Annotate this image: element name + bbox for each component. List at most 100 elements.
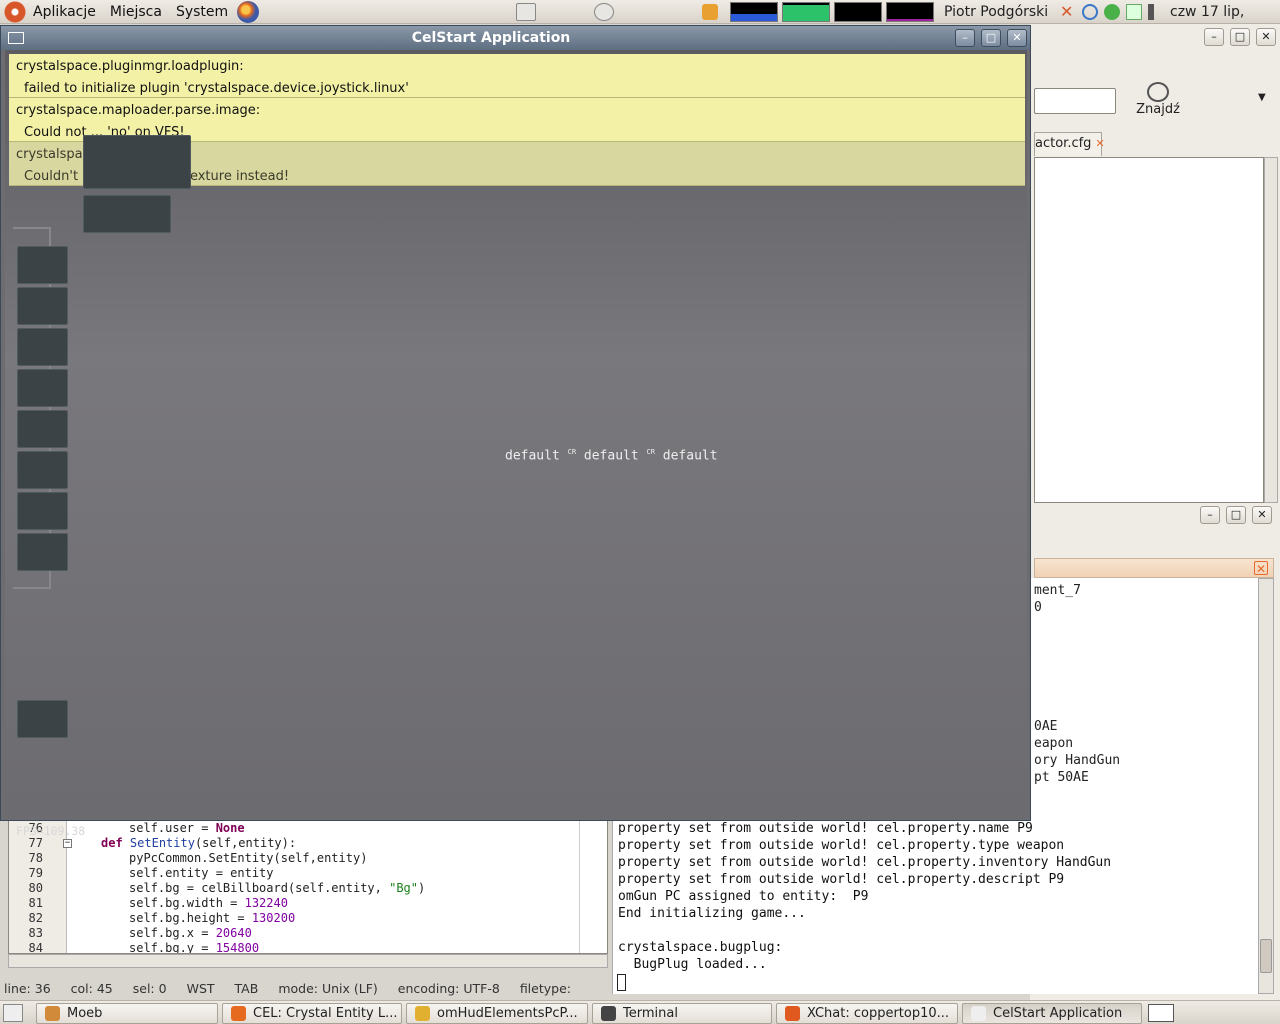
console-line: property set from outside world! cel.pro… (618, 821, 1033, 836)
task-app-icon (601, 1006, 616, 1021)
hud-slot[interactable] (17, 328, 68, 366)
console-scrollbar[interactable] (1258, 578, 1274, 994)
terminal-minimize-icon[interactable]: – (1200, 506, 1220, 524)
taskbar-task[interactable]: omHudElementsPcP... (406, 1003, 588, 1024)
window-list-icon[interactable] (516, 3, 536, 21)
firefox-launcher-icon[interactable] (237, 0, 260, 23)
code-row[interactable]: 82 self.bg.height = 130200 (9, 911, 607, 926)
network-status-icon[interactable] (1104, 4, 1120, 20)
status-encoding: encoding: UTF-8 (397, 980, 500, 996)
celstart-window: CelStart Application – □ ✕ crystalspace.… (0, 25, 1031, 838)
chevron-down-icon[interactable]: ▼ (1258, 92, 1266, 103)
hud-overlay-box (83, 135, 191, 189)
memory-monitor[interactable] (782, 2, 830, 22)
code-row[interactable]: 81 self.bg.width = 132240 (9, 896, 607, 911)
window-title: CelStart Application (411, 30, 571, 46)
app-minimize-icon[interactable]: – (955, 29, 975, 47)
fold-toggle-icon[interactable]: − (63, 839, 72, 848)
console-fragment (1034, 701, 1256, 718)
center-text-a: default (505, 448, 560, 464)
volume-icon[interactable] (1148, 4, 1164, 20)
code-row[interactable]: 79 self.entity = entity (9, 866, 607, 881)
celstart-titlebar[interactable]: CelStart Application – □ ✕ (1, 26, 1030, 50)
line-number: 82 (28, 911, 43, 925)
menu-applications[interactable]: Aplikacje (26, 0, 103, 24)
menu-places[interactable]: Miejsca (103, 0, 169, 24)
message-source: crystalspace.maploader.parse.image: (16, 103, 261, 118)
swap-monitor[interactable] (886, 2, 934, 22)
hud-slot[interactable] (17, 451, 68, 489)
task-label: CEL: Crystal Entity L... (253, 1006, 398, 1021)
console-line: property set from outside world! cel.pro… (618, 838, 1065, 853)
network-monitor[interactable] (834, 2, 882, 22)
hud-slot[interactable] (17, 533, 68, 571)
app-maximize-icon[interactable]: □ (981, 29, 1001, 47)
xchat-tray-icon[interactable]: ✕ (1060, 4, 1076, 20)
render-viewport[interactable]: crystalspace.pluginmgr.loadplugin: failed… (5, 50, 1027, 838)
hud-bottom-slot[interactable] (17, 700, 68, 738)
code-row[interactable]: 78 pyPcCommon.SetEntity(self,entity) (9, 851, 607, 866)
code-row[interactable]: 80 self.bg = celBillboard(self.entity, "B… (9, 881, 607, 896)
task-label: CelStart Application (993, 1006, 1123, 1021)
console-cursor (617, 974, 626, 991)
hud-slot[interactable] (17, 369, 68, 407)
console-scrollbar-thumb[interactable] (1260, 939, 1272, 973)
terminal-close-icon[interactable]: ✕ (1252, 506, 1272, 524)
code-text: def SetEntity(self,entity): (101, 836, 297, 850)
code-row[interactable]: 76 self.user = None (9, 821, 607, 836)
taskbar-task[interactable]: Terminal (592, 1003, 772, 1024)
search-input[interactable] (1034, 88, 1116, 114)
workspace-switcher[interactable] (1148, 1004, 1174, 1022)
bottom-taskbar: Moeb CEL: Crystal Entity L... omHudElement… (0, 1000, 1280, 1024)
menu-system[interactable]: System (169, 0, 235, 24)
terminal-tab-close-icon[interactable]: ✕ (1254, 561, 1268, 576)
console-fragment (1034, 633, 1256, 650)
log-message: crystalspace.pluginmgr.loadplugin: failed… (9, 54, 1025, 98)
cpu-monitor[interactable] (730, 2, 778, 22)
code-text: self.bg.y = 154800 (129, 941, 260, 954)
hud-overlay-box (83, 195, 171, 233)
minimize-icon[interactable]: – (1204, 28, 1224, 46)
show-desktop-icon[interactable] (3, 1004, 23, 1022)
close-icon[interactable]: ✕ (1256, 28, 1276, 46)
task-label: Terminal (623, 1006, 678, 1021)
task-app-icon (45, 1006, 60, 1021)
status-wst: WST (186, 980, 215, 996)
code-row[interactable]: 83 self.bg.x = 20640 (9, 926, 607, 941)
center-text-c: default (662, 448, 718, 464)
hud-slot[interactable] (17, 492, 68, 530)
tab-actor-cfg[interactable]: actor.cfg ✕ (1034, 132, 1105, 156)
user-name[interactable]: Piotr Podgórski (944, 0, 1048, 24)
find-button[interactable]: Znajdź (1128, 80, 1188, 124)
hud-slot[interactable] (17, 410, 68, 448)
code-text: self.bg.height = 130200 (129, 911, 296, 925)
taskbar-task[interactable]: Moeb (36, 1003, 218, 1024)
editor-text-area[interactable] (1034, 157, 1264, 503)
magnifier-icon (1147, 82, 1169, 102)
console-line: End initializing game... (618, 906, 806, 921)
code-row[interactable]: 77 − def SetEntity(self,entity): (9, 836, 607, 851)
ubuntu-logo-icon[interactable] (4, 0, 26, 23)
taskbar-task[interactable]: CelStart Application (962, 1003, 1142, 1024)
updates-icon[interactable] (702, 4, 718, 20)
line-number: 83 (28, 926, 43, 940)
hud-slot[interactable] (17, 287, 68, 325)
editor-scrollbar[interactable] (1264, 157, 1278, 503)
hud-slot[interactable] (17, 246, 68, 284)
taskbar-task[interactable]: XChat: coppertop10... (776, 1003, 958, 1024)
cd-icon[interactable] (594, 3, 614, 21)
code-row[interactable]: 84 self.bg.y = 154800 (9, 941, 607, 954)
maximize-icon[interactable]: □ (1230, 28, 1250, 46)
code-horizontal-scrollbar[interactable] (8, 954, 608, 968)
tab-close-icon[interactable]: ✕ (1095, 137, 1104, 150)
app-close-icon[interactable]: ✕ (1007, 29, 1027, 47)
terminal-maximize-icon[interactable]: □ (1226, 506, 1246, 524)
battery-icon[interactable] (1126, 4, 1142, 20)
console-fragment: ment_7 (1034, 583, 1081, 598)
console-fragment (1034, 650, 1256, 667)
taskbar-task[interactable]: CEL: Crystal Entity L... (222, 1003, 402, 1024)
center-text-b: default (583, 448, 639, 464)
sync-icon[interactable] (1082, 4, 1098, 20)
code-text: self.user = None (129, 821, 245, 835)
code-editor[interactable]: 76 self.user = None 77 − def SetEntity(self,… (8, 820, 608, 954)
